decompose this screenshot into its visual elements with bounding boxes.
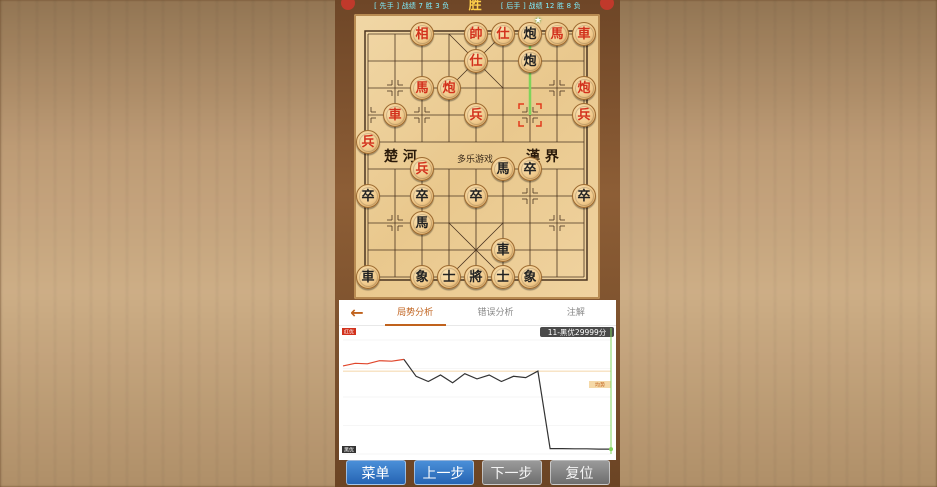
back-arrow-icon[interactable]: ← [339,300,375,326]
chess-board[interactable]: 楚 河 多乐游戏 漢 界 相帥仕炮馬車仕炮馬炮炮車兵兵兵兵馬卒卒卒卒卒馬車車象士… [354,14,600,299]
piece-label: 車 [574,24,594,44]
piece-label: 兵 [412,159,432,179]
selection-bracket [536,103,542,109]
chess-piece-black[interactable]: 將 [464,265,488,289]
chess-piece-red[interactable]: 仕 [464,49,488,73]
black-advantage-label: 黑优 [344,447,354,454]
chess-piece-black[interactable]: 馬 [491,157,515,181]
chess-piece-black[interactable]: 卒 [518,157,542,181]
piece-label: 車 [358,267,378,287]
piece-label: 兵 [466,105,486,125]
watermark-label: 多乐游戏 [457,155,494,165]
piece-label: 馬 [412,213,432,233]
piece-label: 士 [493,267,513,287]
piece-label: 象 [520,267,540,287]
last-move-star-icon: ★ [534,16,543,26]
piece-label: 卒 [574,186,594,206]
piece-label: 馬 [412,78,432,98]
piece-label: 炮 [574,78,594,98]
chess-piece-black[interactable]: 卒 [410,184,434,208]
piece-label: 卒 [358,186,378,206]
advantage-chart: 红优 黑优 均势 11-黑优29999分 [339,326,616,460]
analysis-panel: ← 局势分析 错误分析 注解 红优 黑优 均势 11-黑优29999分 [339,300,616,460]
chess-piece-red[interactable]: 炮 [572,76,596,100]
chess-piece-red[interactable]: 兵 [464,103,488,127]
piece-label: 兵 [574,105,594,125]
chess-piece-red[interactable]: 兵 [572,103,596,127]
piece-label: 兵 [358,132,378,152]
piece-label: 馬 [493,159,513,179]
chess-piece-black[interactable]: 士 [491,265,515,289]
chess-piece-black[interactable]: 象 [410,265,434,289]
next-step-button[interactable]: 下一步 [481,460,542,485]
piece-label: 仕 [493,24,513,44]
tab-situation-analysis[interactable]: 局势分析 [375,300,455,326]
player-avatar-left [341,0,355,10]
even-label: 均势 [595,382,605,389]
result-label: 胜 [468,0,482,13]
piece-label: 炮 [439,78,459,98]
chess-piece-black[interactable]: 卒 [464,184,488,208]
score-badge: 11-黑优29999分 [548,327,607,337]
chess-piece-black[interactable]: 卒 [356,184,380,208]
chess-piece-red[interactable]: 炮 [437,76,461,100]
piece-label: 卒 [520,159,540,179]
red-advantage-label: 红优 [344,329,354,336]
chess-piece-black[interactable]: 馬 [410,211,434,235]
chess-piece-red[interactable]: 帥 [464,22,488,46]
selection-bracket [518,103,524,109]
piece-label: 士 [439,267,459,287]
chess-piece-red[interactable]: 相 [410,22,434,46]
piece-label: 卒 [412,186,432,206]
chess-piece-red[interactable]: 兵 [356,130,380,154]
piece-label: 相 [412,24,432,44]
chess-piece-black[interactable]: 車 [356,265,380,289]
phone-screen: [ 先手 ] 战绩 7 胜 3 负 胜 [ 后手 ] 战绩 12 胜 8 负 楚… [335,0,620,487]
chess-piece-black[interactable]: 象 [518,265,542,289]
piece-label: 帥 [466,24,486,44]
piece-label: 馬 [547,24,567,44]
control-buttons: 菜单 上一步 下一步 复位 [335,460,620,487]
player-info-right: [ 后手 ] 战绩 12 胜 8 负 [500,2,581,10]
player-info-left: [ 先手 ] 战绩 7 胜 3 负 [374,2,450,10]
chess-piece-black[interactable]: 卒 [572,184,596,208]
tab-annotations[interactable]: 注解 [536,300,616,326]
menu-button[interactable]: 菜单 [345,460,406,485]
chess-piece-black[interactable]: 士 [437,265,461,289]
piece-label: 炮 [520,24,540,44]
piece-label: 象 [412,267,432,287]
chess-piece-red[interactable]: 車 [383,103,407,127]
piece-label: 車 [493,240,513,260]
piece-label: 炮 [520,51,540,71]
selection-bracket [536,121,542,127]
piece-label: 車 [385,105,405,125]
top-bar: [ 先手 ] 战绩 7 胜 3 负 胜 [ 后手 ] 战绩 12 胜 8 负 [335,0,620,13]
piece-label: 卒 [466,186,486,206]
selection-bracket [518,121,524,127]
chess-piece-black[interactable]: 車 [491,238,515,262]
prev-step-button[interactable]: 上一步 [413,460,474,485]
piece-label: 將 [466,267,486,287]
chess-piece-red[interactable]: 車 [572,22,596,46]
reset-button[interactable]: 复位 [549,460,610,485]
chess-piece-red[interactable]: 仕 [491,22,515,46]
chess-piece-red[interactable]: 馬 [410,76,434,100]
chess-piece-red[interactable]: 馬 [545,22,569,46]
tab-error-analysis[interactable]: 错误分析 [455,300,535,326]
chess-piece-black[interactable]: 炮 [518,49,542,73]
chart-current-point [609,447,613,452]
analysis-tabs: ← 局势分析 错误分析 注解 [339,300,616,326]
chess-piece-red[interactable]: 兵 [410,157,434,181]
piece-label: 仕 [466,51,486,71]
player-avatar-right [600,0,614,10]
